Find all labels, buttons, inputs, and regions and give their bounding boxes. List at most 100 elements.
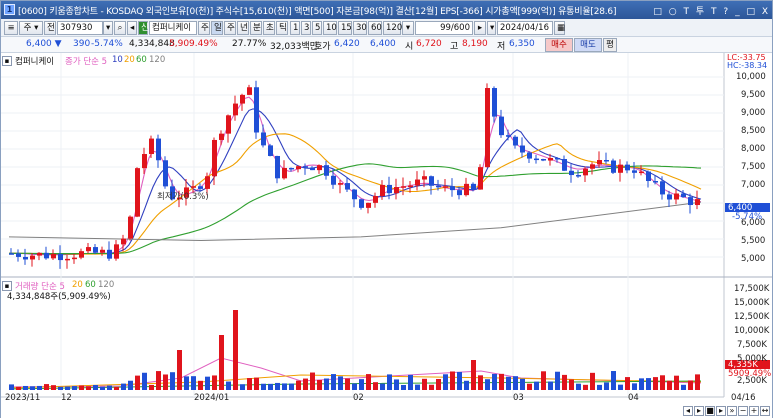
candle-body: [492, 88, 497, 117]
tab-weekly-1[interactable]: 주: [198, 21, 210, 35]
window-invest-icon[interactable]: 투: [696, 7, 704, 17]
volume-bar: [555, 371, 560, 390]
volume-bar: [401, 384, 406, 390]
candle-body: [156, 138, 161, 161]
zoom-in-icon[interactable]: +: [749, 406, 759, 416]
ma5-legend[interactable]: 종가 단순 5: [65, 55, 107, 67]
help-icon[interactable]: ?: [723, 7, 728, 17]
search-icon[interactable]: ⌕: [114, 21, 126, 35]
volume-bar: [72, 386, 77, 390]
sell-button[interactable]: 매도: [574, 38, 602, 52]
period-60[interactable]: 60: [368, 21, 382, 35]
volume-bar: [275, 382, 280, 390]
candle-body: [450, 186, 455, 191]
volume-bar: [653, 377, 658, 390]
volume-bar: [688, 380, 693, 390]
candle-body: [324, 165, 329, 176]
candle-body: [352, 189, 357, 200]
scroll-left-icon[interactable]: ◂: [683, 406, 693, 416]
candle-body: [289, 167, 294, 170]
window-link-icon[interactable]: ○: [669, 7, 677, 17]
volume-bar: [184, 376, 189, 390]
ma10-legend[interactable]: 10: [112, 55, 123, 65]
prev-day-button[interactable]: 전: [44, 21, 56, 35]
close-icon[interactable]: X: [762, 7, 768, 17]
tab-daily[interactable]: 일: [211, 21, 223, 35]
calendar-icon[interactable]: ▦: [554, 21, 565, 35]
period-3[interactable]: 3: [301, 21, 311, 35]
volume-bar: [58, 386, 63, 390]
tab-tick[interactable]: 틱: [276, 21, 288, 35]
data-count-field[interactable]: 99/600: [415, 21, 473, 35]
volume-bar: [324, 378, 329, 390]
volume-bar: [366, 374, 371, 390]
volume-bar: [135, 375, 140, 390]
maximize-icon[interactable]: □: [746, 7, 755, 17]
tab-second[interactable]: 초: [263, 21, 275, 35]
candle-body: [632, 170, 637, 173]
volume-bar: [86, 386, 91, 390]
minimize-icon[interactable]: _: [735, 7, 740, 17]
volume-ma120-legend[interactable]: 120: [98, 280, 114, 290]
candle-body: [30, 255, 35, 260]
chart-area[interactable]: ▪ 컴퍼니케이 종가 단순 5 10 20 60 120 LC:-33.75 H…: [1, 53, 772, 419]
tab-weekly[interactable]: 주: [224, 21, 236, 35]
candle-body: [240, 94, 245, 104]
stop-icon[interactable]: ■: [705, 406, 715, 416]
prev-stock-button[interactable]: ◂: [127, 21, 137, 35]
lookup-button[interactable]: ▸: [474, 21, 486, 35]
market-select[interactable]: 주 ▾: [19, 21, 43, 35]
candle-body: [366, 202, 371, 208]
play-icon[interactable]: ▸: [716, 406, 726, 416]
volume-bar: [681, 384, 686, 390]
price-tick: 6,000: [741, 218, 766, 228]
ma20-legend[interactable]: 20: [124, 55, 135, 65]
volume-bar: [660, 375, 665, 390]
volume-bar: [646, 378, 651, 390]
period-15[interactable]: 15: [338, 21, 352, 35]
period-5[interactable]: 5: [312, 21, 322, 35]
fast-forward-icon[interactable]: »: [727, 406, 737, 416]
zoom-reset-icon[interactable]: ↔: [760, 406, 770, 416]
volume-bar: [583, 384, 588, 390]
volume-bar: [597, 384, 602, 390]
code-dropdown[interactable]: ▾: [103, 21, 113, 35]
scroll-right-icon[interactable]: ▸: [694, 406, 704, 416]
candle-body: [191, 186, 196, 188]
volume-bar: [100, 386, 105, 390]
window-top-icon[interactable]: T: [711, 7, 717, 17]
window-layout-icon[interactable]: □: [653, 7, 662, 17]
candle-body: [212, 139, 217, 177]
date-input[interactable]: 2024/04/16: [497, 21, 553, 35]
candle-body: [261, 132, 266, 146]
candle-body: [597, 160, 602, 165]
avg-button[interactable]: 평: [603, 38, 617, 52]
window-number-icon[interactable]: 1: [4, 4, 15, 15]
period-10[interactable]: 10: [323, 21, 337, 35]
stock-code-input[interactable]: 307930: [57, 21, 103, 35]
volume-bar: [499, 373, 504, 390]
period-120[interactable]: 120: [383, 21, 402, 35]
date-spin-down[interactable]: ▾: [487, 21, 496, 35]
ma60-legend[interactable]: 60: [136, 55, 147, 65]
menu-list-button[interactable]: ≡: [4, 21, 18, 35]
volume-ma20-legend[interactable]: 20: [72, 280, 83, 290]
period-1[interactable]: 1: [290, 21, 300, 35]
period-dropdown[interactable]: ▾: [402, 21, 414, 35]
tab-yearly[interactable]: 년: [237, 21, 249, 35]
window-title: [0600] 키움종합차트 - KOSDAQ 외국인보유[0(천)] 주식수[1…: [18, 7, 617, 17]
candle-body: [674, 193, 679, 200]
candle-body: [667, 194, 672, 200]
buy-button[interactable]: 매수: [545, 38, 573, 52]
chart-svg[interactable]: [1, 53, 772, 419]
tab-minute[interactable]: 분: [250, 21, 262, 35]
ma120-legend[interactable]: 120: [149, 55, 165, 65]
candle-body: [422, 176, 427, 180]
panel-menu-icon[interactable]: ▪: [2, 56, 12, 66]
volume-bar: [478, 375, 483, 390]
volume-ma60-legend[interactable]: 60: [85, 280, 96, 290]
period-30[interactable]: 30: [353, 21, 367, 35]
window-font-icon[interactable]: T: [684, 7, 690, 17]
zoom-out-icon[interactable]: −: [738, 406, 748, 416]
stock-name-field: 컴퍼니케이: [149, 21, 197, 35]
